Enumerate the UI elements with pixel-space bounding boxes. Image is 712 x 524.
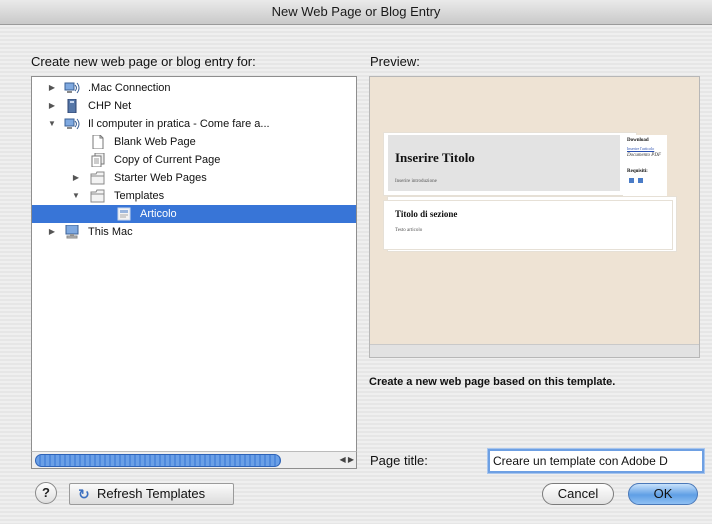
tree-item-chp-net[interactable]: ▶ CHP Net	[32, 97, 356, 115]
folder-icon	[90, 171, 106, 185]
preview-page-title: Inserire Titolo	[395, 150, 475, 165]
disclosure-collapsed-icon[interactable]: ▶	[46, 223, 58, 241]
disclosure-collapsed-icon[interactable]: ▶	[70, 169, 82, 187]
tree-item-starter-pages[interactable]: ▶ Starter Web Pages	[32, 169, 356, 187]
preview-heading: Preview:	[370, 54, 420, 69]
window-title-bar[interactable]: New Web Page or Blog Entry	[0, 0, 712, 25]
tree-item-label: Il computer in pratica - Come fare a...	[88, 118, 270, 130]
preview-footer-strip	[370, 344, 699, 357]
tree-heading: Create new web page or blog entry for:	[31, 54, 256, 69]
tree-item-label: Blank Web Page	[114, 136, 196, 148]
page-title-label: Page title:	[370, 453, 428, 468]
disclosure-expanded-icon[interactable]: ▼	[70, 187, 82, 205]
preview-intro-text: Inserire introduzione	[395, 179, 437, 184]
location-tree[interactable]: ▶ .Mac Connection ▶ CHP Net ▼ Il compute…	[31, 76, 357, 469]
template-description: Create a new web page based on this temp…	[369, 376, 616, 388]
preview-section-text: Testo articolo	[395, 228, 423, 233]
tree-item-label: Starter Web Pages	[114, 172, 207, 184]
computer-icon	[64, 224, 80, 239]
tree-item-mac-connection[interactable]: ▶ .Mac Connection	[32, 79, 356, 97]
cancel-button[interactable]: Cancel	[542, 483, 614, 505]
disclosure-collapsed-icon[interactable]: ▶	[46, 97, 58, 115]
refresh-templates-button[interactable]: ↻ Refresh Templates	[69, 483, 234, 505]
server-icon	[64, 98, 80, 114]
tree-item-copy-current[interactable]: Copy of Current Page	[32, 151, 356, 169]
scroll-thumb[interactable]	[35, 454, 281, 467]
help-button[interactable]: ?	[35, 482, 57, 504]
tree-item-label: Copy of Current Page	[114, 154, 221, 166]
tree-item-blank-web-page[interactable]: Blank Web Page	[32, 133, 356, 151]
tree-item-articolo[interactable]: Articolo	[32, 205, 356, 223]
tree-item-templates[interactable]: ▼ Templates	[32, 187, 356, 205]
template-preview: Inserire Titolo Inserire introduzione Do…	[369, 76, 700, 358]
tree-item-label: Templates	[114, 190, 165, 202]
disclosure-expanded-icon[interactable]: ▼	[46, 115, 58, 133]
ok-button[interactable]: OK	[628, 483, 698, 505]
refresh-label: Refresh Templates	[97, 486, 206, 501]
window-title: New Web Page or Blog Entry	[271, 4, 441, 19]
preview-article-link: Inserire l'articolo	[627, 146, 655, 151]
tree-item-label: This Mac	[88, 226, 133, 238]
disclosure-collapsed-icon[interactable]: ▶	[46, 79, 58, 97]
preview-section-card: Titolo di sezione Testo articolo	[384, 201, 672, 249]
blank-page-icon	[90, 134, 106, 150]
network-icon	[64, 81, 80, 95]
tree-item-label: .Mac Connection	[88, 82, 171, 94]
folder-icon	[90, 189, 106, 203]
tree-item-il-computer[interactable]: ▼ Il computer in pratica - Come fare a..…	[32, 115, 356, 133]
preview-pdf-label: Documento PDF	[627, 153, 662, 158]
preview-requirements-heading: Requisiti:	[627, 169, 648, 174]
tree-horizontal-scrollbar[interactable]: ◀ ▶	[31, 451, 357, 469]
scroll-arrows-icon[interactable]: ◀ ▶	[314, 453, 354, 467]
preview-req-icon	[629, 178, 634, 183]
tree-item-label: CHP Net	[88, 100, 132, 112]
tree-item-this-mac[interactable]: ▶ This Mac	[32, 223, 356, 241]
preview-req-icon	[638, 178, 643, 183]
preview-download-heading: Download	[627, 138, 649, 143]
network-icon	[64, 117, 80, 131]
tree-item-label: Articolo	[140, 208, 177, 220]
template-icon	[116, 207, 132, 221]
copy-page-icon	[90, 152, 106, 168]
preview-header-card: Inserire Titolo Inserire introduzione	[384, 133, 636, 195]
page-title-input[interactable]	[488, 449, 704, 473]
preview-section-title: Titolo di sezione	[395, 209, 458, 219]
refresh-icon: ↻	[78, 486, 90, 502]
